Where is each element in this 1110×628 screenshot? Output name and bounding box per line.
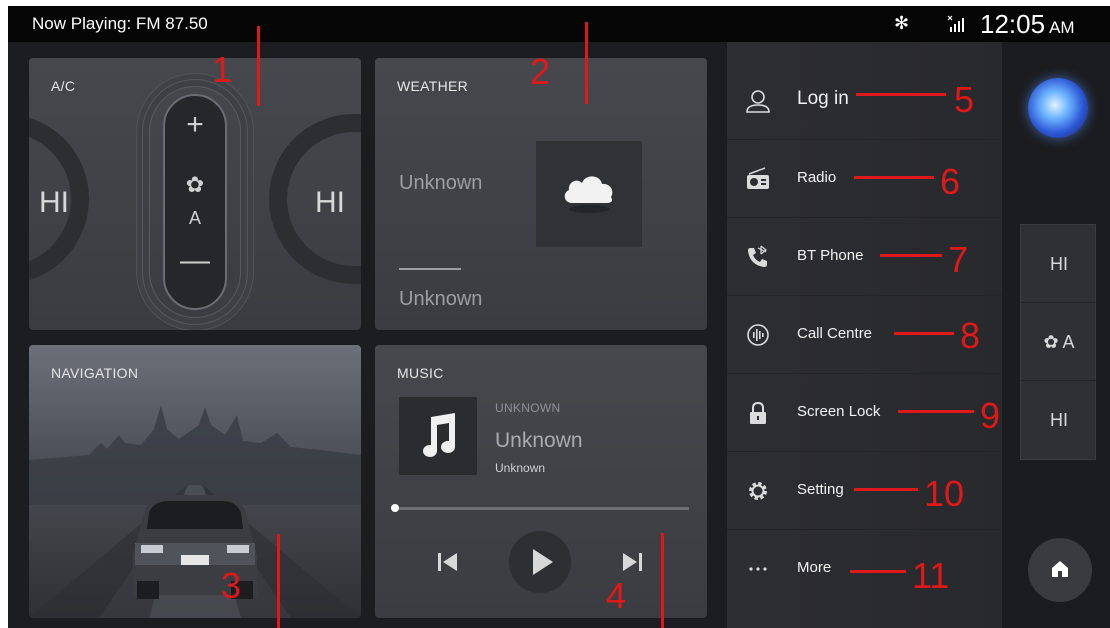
user-icon xyxy=(746,90,770,113)
navigation-car-illustration xyxy=(29,405,361,618)
ac-temp-right: HI xyxy=(315,186,345,219)
home-icon xyxy=(1052,561,1068,577)
annotation-line-4 xyxy=(661,533,664,628)
navigation-tile[interactable]: NAVIGATION xyxy=(29,345,361,618)
annotation-line-11 xyxy=(850,570,906,573)
play-icon xyxy=(533,549,553,575)
ac-tile[interactable]: A/C HI HI + ✿ A — xyxy=(29,58,361,330)
fan-decrease-button[interactable]: — xyxy=(165,244,225,278)
weather-icon-box xyxy=(536,141,642,247)
music-progress-bar[interactable] xyxy=(395,507,689,510)
fan-mode-label: A xyxy=(188,208,201,228)
clock-time: 12:05 xyxy=(980,9,1046,39)
fan-increase-button[interactable]: + xyxy=(165,108,225,142)
weather-divider xyxy=(399,268,461,270)
music-tile[interactable]: MUSIC UNKNOWN Unknown Unknown xyxy=(375,345,707,618)
menu-label-setting: Setting xyxy=(797,481,844,498)
annotation-6: 6 xyxy=(940,161,961,202)
music-album: UNKNOWN xyxy=(495,401,561,415)
annotation-line-8 xyxy=(894,332,954,335)
weather-title: WEATHER xyxy=(397,78,469,94)
head-unit-screen: Now Playing: FM 87.50 ✻ 12:05 AM A/C HI H… xyxy=(8,6,1110,628)
ac-fan-control: + ✿ A — xyxy=(163,94,227,310)
menu-item-radio[interactable]: Radio xyxy=(727,140,1002,218)
rail-temp-top[interactable]: HI xyxy=(1021,225,1097,303)
right-rail: HI ✿ A HI xyxy=(1002,42,1110,628)
annotation-8: 8 xyxy=(960,315,981,356)
menu-label-bt-phone: BT Phone xyxy=(797,247,864,264)
annotation-4: 4 xyxy=(606,575,627,616)
weather-temperature: Unknown xyxy=(399,288,483,310)
annotation-line-6 xyxy=(854,176,934,179)
music-note-icon xyxy=(423,413,455,457)
next-icon[interactable] xyxy=(617,547,647,577)
gear-icon xyxy=(749,482,767,500)
menu-label-screen-lock: Screen Lock xyxy=(797,403,881,420)
rail-temp-bottom[interactable]: HI xyxy=(1021,381,1097,459)
rail-fan-mode-label: A xyxy=(1062,332,1075,352)
ac-temp-left: HI xyxy=(39,186,69,219)
now-playing-text[interactable]: Now Playing: FM 87.50 xyxy=(32,14,208,34)
weather-tile[interactable]: WEATHER Unknown Unknown xyxy=(375,58,707,330)
album-art xyxy=(399,397,477,475)
menu-item-screen-lock[interactable]: Screen Lock xyxy=(727,374,1002,452)
annotation-3: 3 xyxy=(221,565,242,606)
annotation-5: 5 xyxy=(954,79,975,120)
bluetooth-icon: ✻ xyxy=(894,13,910,33)
signal-icon xyxy=(947,15,964,32)
menu-label-login: Log in xyxy=(797,88,849,109)
play-button[interactable] xyxy=(509,531,571,593)
annotation-line-10 xyxy=(854,488,918,491)
clock: 12:05 AM xyxy=(980,9,1075,40)
cloud-icon xyxy=(564,176,613,213)
status-bar: Now Playing: FM 87.50 ✻ 12:05 AM xyxy=(8,6,1110,42)
radio-icon xyxy=(747,167,769,189)
lock-icon xyxy=(750,401,766,424)
navigation-title: NAVIGATION xyxy=(51,365,139,381)
menu-label-radio: Radio xyxy=(797,169,837,186)
music-artist: Unknown xyxy=(495,461,546,475)
annotation-line-2 xyxy=(585,22,588,104)
call-centre-icon xyxy=(747,324,769,346)
music-progress-handle[interactable] xyxy=(391,504,399,512)
music-title-label: MUSIC xyxy=(397,365,444,381)
menu-label-more: More xyxy=(797,559,832,576)
weather-condition: Unknown xyxy=(399,172,483,194)
menu-item-more[interactable]: More xyxy=(727,530,1002,608)
home-button[interactable] xyxy=(1028,538,1092,602)
annotation-line-5 xyxy=(856,93,946,96)
rail-climate-controls: HI ✿ A HI xyxy=(1020,224,1097,460)
menu-label-call-centre: Call Centre xyxy=(797,325,873,342)
annotation-9: 9 xyxy=(980,395,1001,436)
annotation-7: 7 xyxy=(948,239,969,280)
annotation-line-1 xyxy=(257,26,260,106)
annotation-line-3 xyxy=(277,534,280,628)
annotation-11: 11 xyxy=(912,555,950,596)
annotation-line-9 xyxy=(898,410,974,413)
clock-ampm: AM xyxy=(1049,18,1075,37)
music-song-title: Unknown xyxy=(495,429,583,452)
bt-phone-icon xyxy=(748,245,767,267)
annotation-line-7 xyxy=(880,254,942,257)
annotation-2: 2 xyxy=(530,51,551,92)
ac-title: A/C xyxy=(51,78,76,94)
more-icon xyxy=(749,567,767,571)
annotation-10: 10 xyxy=(924,473,965,514)
previous-icon[interactable] xyxy=(433,547,463,577)
fan-icon: ✿ xyxy=(185,172,205,197)
rail-fan-mode[interactable]: ✿ A xyxy=(1021,303,1097,381)
annotation-1: 1 xyxy=(212,49,233,90)
assistant-orb-icon[interactable] xyxy=(1028,78,1088,138)
fan-icon: ✿ xyxy=(1043,332,1059,352)
